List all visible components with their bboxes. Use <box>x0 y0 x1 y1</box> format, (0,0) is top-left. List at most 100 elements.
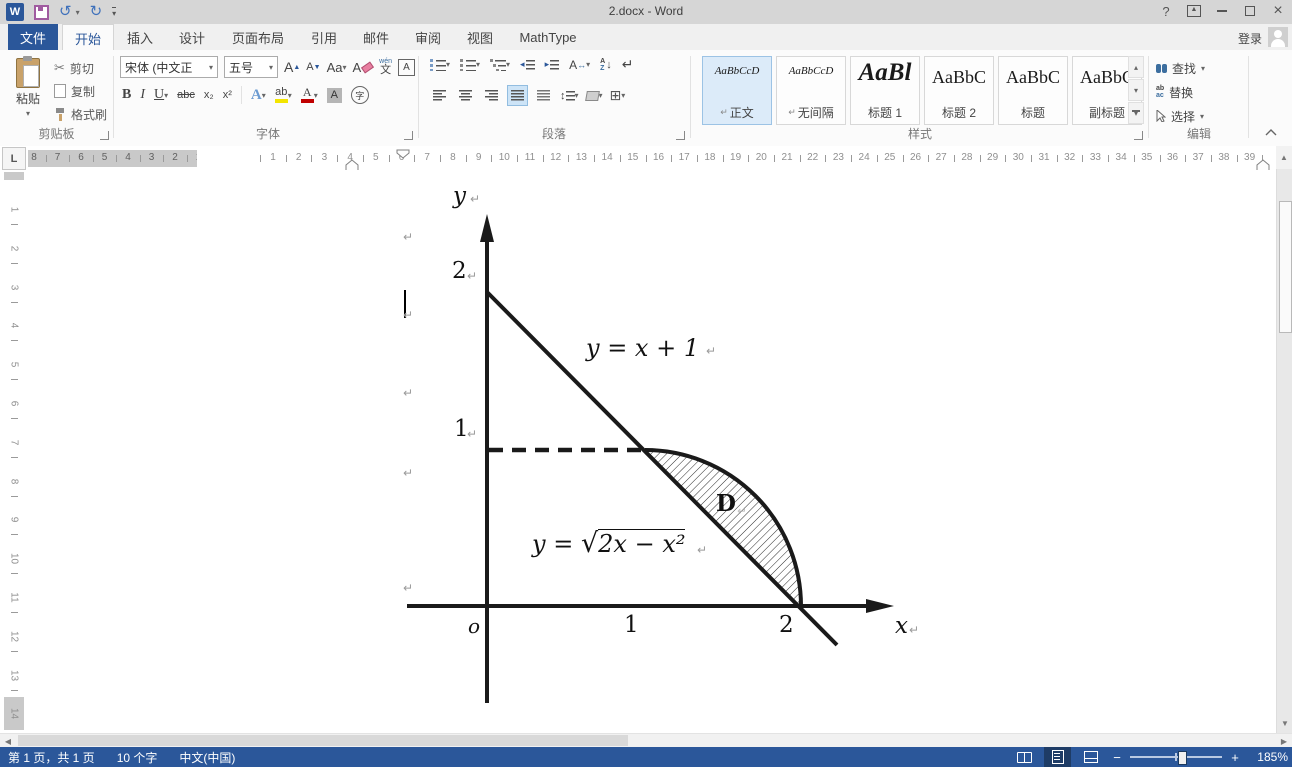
align-center-button[interactable] <box>456 86 475 105</box>
style-card-heading1[interactable]: AaBl 标题 1 <box>850 56 920 125</box>
styles-dialog-launcher[interactable] <box>1134 131 1143 140</box>
tab-mathtype[interactable]: MathType <box>508 24 588 50</box>
format-painter-button[interactable]: 格式刷 <box>54 104 107 124</box>
show-hide-marks-button[interactable]: ↵ <box>622 56 634 73</box>
web-layout-button[interactable] <box>1077 747 1104 767</box>
zoom-level[interactable]: 185% <box>1248 750 1288 764</box>
help-button[interactable]: ? <box>1152 0 1180 22</box>
tab-design[interactable]: 设计 <box>168 24 216 50</box>
tab-references[interactable]: 引用 <box>300 24 348 50</box>
text-effects-button[interactable]: A ▾ <box>251 87 266 104</box>
vertical-scrollbar-thumb[interactable] <box>1279 201 1292 333</box>
tab-file[interactable]: 文件 <box>8 24 58 50</box>
numbering-button[interactable]: ▾ <box>460 58 480 71</box>
line-spacing-button[interactable]: ↕ ▾ <box>560 90 579 102</box>
shrink-font-button[interactable]: A ▼ <box>306 61 320 73</box>
print-layout-button[interactable] <box>1044 747 1071 767</box>
language-status[interactable]: 中文(中国) <box>179 749 235 766</box>
character-border-button[interactable]: A <box>398 58 415 76</box>
strikethrough-button[interactable]: abc <box>177 89 195 101</box>
phonetic-guide-button[interactable]: wén 文 <box>379 58 392 76</box>
asian-layout-button[interactable]: A ↔ ▾ <box>569 58 590 72</box>
scroll-up-button[interactable]: ▲ <box>1276 146 1292 169</box>
find-button[interactable]: 查找 ▾ <box>1156 58 1205 78</box>
clipboard-dialog-launcher[interactable] <box>100 131 109 140</box>
horizontal-scrollbar-thumb[interactable] <box>18 735 628 746</box>
align-right-button[interactable] <box>482 86 501 105</box>
page-info[interactable]: 第 1 页，共 1 页 <box>8 749 95 766</box>
tab-view[interactable]: 视图 <box>456 24 504 50</box>
increase-indent-button[interactable]: ▸ <box>545 59 560 70</box>
tab-home[interactable]: 开始 <box>62 24 114 51</box>
font-color-button[interactable]: A ▾ <box>300 86 318 103</box>
styles-scroll-up-button[interactable]: ▴ <box>1128 56 1144 78</box>
close-button[interactable]: × <box>1264 0 1292 22</box>
styles-scroll-down-button[interactable]: ▾ <box>1128 79 1144 101</box>
bullets-button[interactable]: ▾ <box>430 58 450 71</box>
ruler-tick <box>1236 155 1238 162</box>
tab-page-layout[interactable]: 页面布局 <box>220 24 296 50</box>
cut-button[interactable]: ✂ 剪切 <box>54 58 94 78</box>
restore-button[interactable] <box>1236 0 1264 22</box>
read-mode-button[interactable] <box>1011 747 1038 767</box>
style-card-normal[interactable]: AaBbCcD ↵ 正文 <box>702 56 772 125</box>
multilevel-list-button[interactable]: ▾ <box>490 58 510 71</box>
superscript-button[interactable]: x² <box>223 89 232 101</box>
scroll-right-button[interactable]: ▶ <box>1276 734 1292 748</box>
document-page[interactable]: 1 2 3 4 5 6 7 8 9 10 11 12 13 14 ↵ ↵ ↵ ↵ ↵ y ↵ 2 <box>0 170 1276 733</box>
font-size-combo[interactable]: 五号 ▾ <box>224 56 278 78</box>
underline-button[interactable]: U ▾ <box>154 87 168 103</box>
shading-button[interactable]: ▾ <box>584 90 603 101</box>
zoom-slider-thumb[interactable] <box>1178 751 1187 765</box>
horizontal-scrollbar[interactable]: ◀ ▶ <box>0 733 1292 748</box>
paragraph-mark: ↵ <box>470 192 481 206</box>
tab-mailings[interactable]: 邮件 <box>352 24 400 50</box>
borders-button[interactable]: ⊞ ▾ <box>610 87 626 104</box>
collapse-ribbon-button[interactable] <box>1264 126 1278 138</box>
style-card-no-spacing[interactable]: AaBbCcD ↵ 无间隔 <box>776 56 846 125</box>
styles-more-button[interactable]: ▾ <box>1128 102 1144 124</box>
word-count[interactable]: 10 个字 <box>117 749 158 766</box>
scroll-left-button[interactable]: ◀ <box>0 734 16 748</box>
select-button[interactable]: 选择 ▾ <box>1156 106 1204 126</box>
enclose-characters-button[interactable]: 字 <box>350 86 369 104</box>
sign-in-link[interactable]: 登录 <box>1238 30 1262 47</box>
italic-button[interactable]: I <box>140 87 145 103</box>
change-case-button[interactable]: Aa ▾ <box>327 60 347 75</box>
zoom-slider[interactable] <box>1130 750 1222 765</box>
decrease-indent-button[interactable]: ◂ <box>520 59 535 70</box>
clear-formatting-button[interactable]: A <box>352 60 375 75</box>
chevron-down-icon: ▾ <box>208 62 213 72</box>
font-dialog-launcher[interactable] <box>404 131 413 140</box>
first-line-indent-marker[interactable] <box>396 149 411 159</box>
ruler-tick <box>439 155 441 162</box>
style-card-heading2[interactable]: AaBbC 标题 2 <box>924 56 994 125</box>
tab-selector[interactable]: L <box>2 147 26 170</box>
justify-button[interactable] <box>507 85 528 106</box>
minimize-button[interactable] <box>1208 0 1236 22</box>
tab-review[interactable]: 审阅 <box>404 24 452 50</box>
paragraph-dialog-launcher[interactable] <box>676 131 685 140</box>
character-shading-button[interactable]: A <box>326 87 342 103</box>
font-name-combo[interactable]: 宋体 (中文正 ▾ <box>120 56 218 78</box>
sort-button[interactable]: A Z ↓ <box>600 58 612 72</box>
subscript-button[interactable]: x₂ <box>204 89 214 101</box>
distribute-button[interactable] <box>534 86 553 105</box>
bold-button[interactable]: B <box>122 87 131 103</box>
align-left-button[interactable] <box>430 86 449 105</box>
style-card-title[interactable]: AaBbC 标题 <box>998 56 1068 125</box>
zoom-in-button[interactable]: + <box>1228 750 1242 765</box>
paste-button[interactable]: 粘贴 ▾ <box>6 54 50 132</box>
zoom-out-button[interactable]: − <box>1110 750 1124 765</box>
ribbon-display-options-button[interactable]: ▲ <box>1180 0 1208 22</box>
vertical-scrollbar[interactable]: ▼ <box>1276 169 1292 733</box>
ruler-tick <box>337 155 339 162</box>
highlight-button[interactable]: ab ▾ <box>274 87 292 103</box>
scroll-down-button[interactable]: ▼ <box>1277 713 1292 733</box>
grow-font-button[interactable]: A ▲ <box>284 59 300 75</box>
replace-button[interactable]: ab ac 替换 <box>1156 82 1193 102</box>
tab-insert[interactable]: 插入 <box>116 24 164 50</box>
copy-button[interactable]: 复制 <box>54 81 95 101</box>
avatar[interactable] <box>1268 27 1288 47</box>
ruler-tick <box>876 155 878 162</box>
